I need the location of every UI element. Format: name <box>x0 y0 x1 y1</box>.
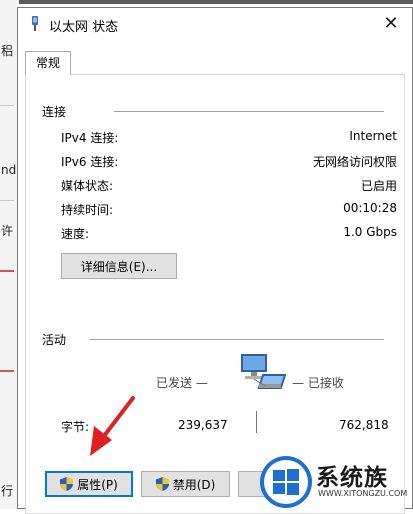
network-adapter-icon <box>32 16 38 31</box>
background-text-fragment: 稆 <box>1 44 14 58</box>
background-window-edge <box>0 0 413 4</box>
properties-button-label: 属性(P) <box>77 477 118 492</box>
bytes-separator <box>256 411 257 433</box>
general-tab-panel: 连接 IPv4 连接: Internet IPv6 连接: 无网络访问权限 媒体… <box>25 74 405 514</box>
background-divider <box>0 105 14 106</box>
background-text-fragment: 行 <box>1 484 14 498</box>
network-computers-icon <box>241 354 287 389</box>
ipv6-value: 无网络访问权限 <box>312 155 397 169</box>
close-icon: ✕ <box>383 12 399 34</box>
tab-general[interactable]: 常规 <box>25 51 71 75</box>
properties-button[interactable]: 属性(P) <box>45 471 133 497</box>
sent-label: 已发送 — <box>156 376 208 390</box>
uac-shield-icon <box>155 477 169 491</box>
ipv4-value: Internet <box>349 129 397 143</box>
close-button[interactable]: ✕ <box>370 8 412 38</box>
duration-label: 持续时间: <box>61 203 114 217</box>
uac-shield-icon <box>60 477 74 491</box>
duration-value: 00:10:28 <box>343 201 397 215</box>
bytes-label: 字节: <box>61 420 90 434</box>
received-label: — 已接收 <box>292 376 344 390</box>
speed-value: 1.0 Gbps <box>343 225 397 239</box>
connection-divider <box>114 111 384 112</box>
speed-label: 速度: <box>61 227 90 241</box>
connection-section-label: 连接 <box>42 105 67 119</box>
tab-strip: 常规 <box>25 51 404 75</box>
ipv6-label: IPv6 连接: <box>61 155 119 169</box>
media-state-value: 已启用 <box>360 179 397 193</box>
activity-section-label: 活动 <box>42 333 67 347</box>
watermark-url: WWW.XITONGZU.COM <box>318 489 408 498</box>
ethernet-status-dialog: 以太网 状态 ✕ 常规 连接 IPv4 连接: Internet IPv6 连接… <box>17 7 413 514</box>
details-button-label: 详细信息(E)... <box>80 259 158 274</box>
watermark-text: 系统族 <box>316 465 388 491</box>
background-divider <box>0 200 14 201</box>
background-text-fragment: 许 <box>1 224 14 238</box>
background-red-line <box>0 270 14 272</box>
activity-divider <box>90 339 384 340</box>
details-button[interactable]: 详细信息(E)... <box>61 253 177 279</box>
background-text-fragment: nd <box>1 163 17 177</box>
window-title: 以太网 状态 <box>49 20 119 35</box>
disable-button-label: 禁用(D) <box>172 477 216 492</box>
background-red-line <box>0 370 14 372</box>
received-bytes-value: 762,818 <box>339 418 389 432</box>
sent-bytes-value: 239,637 <box>178 418 228 432</box>
title-bar[interactable]: 以太网 状态 ✕ <box>18 8 412 39</box>
disable-button[interactable]: 禁用(D) <box>141 471 230 497</box>
ipv4-label: IPv4 连接: <box>61 131 119 145</box>
media-state-label: 媒体状态: <box>61 179 114 193</box>
